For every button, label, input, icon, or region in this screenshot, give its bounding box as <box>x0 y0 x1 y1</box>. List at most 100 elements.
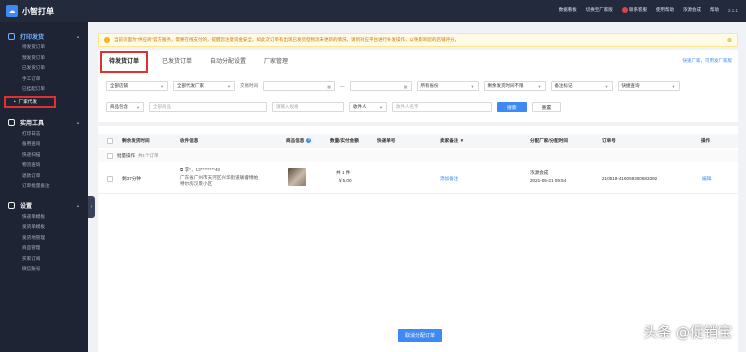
vendor-select[interactable]: 全部代发厂家 ▼ <box>173 81 235 91</box>
goods-type-select[interactable]: 商品包含 ▼ <box>106 102 144 112</box>
remark-select[interactable]: 备注标记 ▼ <box>550 81 613 91</box>
chevron-down-icon: ▼ <box>227 83 231 89</box>
sidebar-item-ship-address[interactable]: 发货地管理 <box>0 233 88 244</box>
header-checkbox[interactable] <box>107 137 113 145</box>
nav-group-title-settings[interactable]: 设置 ▲ <box>0 200 88 212</box>
order-number: 210519-416059300683392 <box>602 176 658 181</box>
sidebar-item-batch-remark[interactable]: 订单批量备注 <box>0 181 88 192</box>
chevron-up-icon: ▲ <box>76 33 80 39</box>
col-tracking: 快递单号 <box>377 138 396 143</box>
printer-icon <box>8 32 15 40</box>
row-checkbox[interactable] <box>107 176 113 183</box>
chevron-down-icon[interactable]: ▼ <box>460 138 465 143</box>
receiver-name-input[interactable]: 收件人名字 <box>392 102 492 112</box>
trade-time-label: 交易时间 <box>240 83 258 88</box>
sidebar: 打印发货 ▲ 待发货订单 预发货订单 已发货订单 手工订单 已挂起订单 厂家代发… <box>0 22 88 352</box>
sidebar-item-refunds[interactable]: 退款订单 <box>0 171 88 182</box>
sidebar-item-vendor-ship[interactable]: 厂家代发 <box>4 95 56 108</box>
copy-icon[interactable]: ⧉ <box>180 167 183 172</box>
sidebar-item-preship[interactable]: 预发货订单 <box>0 53 88 64</box>
sidebar-item-suspended[interactable]: 已挂起订单 <box>0 84 88 95</box>
notice-text: 当前页面为“供应商”官方服务，需要在线支付的，提醒您注意资金安全。如此次订单有出… <box>114 37 459 42</box>
receiver-type-select[interactable]: 收件人 ▼ <box>349 102 387 112</box>
chevron-down-icon: ▼ <box>470 83 475 89</box>
sidebar-item-buyer-sub[interactable]: 买家订阅 <box>0 254 88 265</box>
top-link-switch[interactable]: 切换至厂家版 <box>586 7 613 13</box>
tab-bar: 待发货订单 已发货订单 自动分配设置 厂家管理 <box>98 50 302 74</box>
tab-vendor-manage[interactable]: 厂家管理 <box>260 52 292 72</box>
top-link-support[interactable]: 联系客服 <box>621 7 647 13</box>
top-bar: ☁ 小智打单 数据看板 切换至厂家版 联系客服 使用帮助 浓源会成 帮助 2.1… <box>0 0 746 22</box>
nav-group-title-tools[interactable]: 实用工具 ▲ <box>0 117 88 129</box>
col-remaining: 剩余发货时间 <box>122 138 150 143</box>
top-link-help[interactable]: 使用帮助 <box>656 7 674 13</box>
account-menu[interactable]: 浓源会成 <box>683 7 701 13</box>
sidebar-item-manual[interactable]: 手工订单 <box>0 74 88 85</box>
sidebar-item-logistics[interactable]: 物流查询 <box>0 160 88 171</box>
filter-row-2: 商品包含 ▼ 全部商品 请输入规格 收件人 ▼ 收件人名字 搜索 重置 <box>106 102 562 112</box>
warning-icon: ! <box>104 37 110 43</box>
ship-time-select[interactable]: 剩余发货时间不限 ▼ <box>483 81 546 91</box>
vendor-version-link[interactable]: 快速厂家，可用发厂家版 <box>683 58 733 64</box>
sidebar-item-pending[interactable]: 待发货订单 <box>0 42 88 53</box>
col-order-no: 订单号 <box>602 138 616 143</box>
start-date-input[interactable]: ▦ <box>263 81 335 91</box>
orders-table: 剩余发货时间 收件信息 商品信息? 数量/实付金额 快递单号 卖家备注 ▼ 分配… <box>98 126 738 352</box>
search-button[interactable]: 搜索 <box>497 102 527 112</box>
gear-icon <box>8 202 15 209</box>
quantity: 共 1 件 <box>336 170 351 175</box>
nav-group-settings: 设置 ▲ 快递单模板 发货单模板 发货地管理 商品管理 买家订阅 微信账号 <box>0 192 88 275</box>
sidebar-item-shipped[interactable]: 已发货订单 <box>0 63 88 74</box>
receiver-name: ⧉ 李*，13********40 <box>180 167 221 172</box>
top-links: 数据看板 切换至厂家版 联系客服 使用帮助 浓源会成 帮助 2.1.1 <box>559 7 738 13</box>
batch-checkbox[interactable] <box>107 153 113 159</box>
assign-time: 2021-05-21 09:54 <box>530 178 567 183</box>
tools-icon <box>8 119 15 126</box>
end-date-input[interactable]: ▦ <box>349 81 412 91</box>
cancel-assign-button[interactable]: 取消分配订单 <box>398 329 443 342</box>
edit-link[interactable]: 编辑 <box>702 176 711 182</box>
col-action: 操作 <box>701 138 711 143</box>
logo[interactable]: ☁ 小智打单 <box>6 5 54 17</box>
nav-group-title-print[interactable]: 打印发货 ▲ <box>0 30 88 42</box>
remaining-time: 剩37分钟 <box>122 176 141 181</box>
assigned-vendor: 浓源会成 <box>530 170 549 175</box>
tab-shipped[interactable]: 已发货订单 <box>158 52 196 72</box>
reset-button[interactable]: 重置 <box>531 102 562 112</box>
shop-select[interactable]: 全部店铺 ▼ <box>106 81 168 91</box>
goods-input[interactable]: 全部商品 <box>149 102 267 112</box>
version-label: 2.1.1 <box>727 7 738 13</box>
product-thumbnail[interactable] <box>288 168 306 186</box>
tab-auto-assign[interactable]: 自动分配设置 <box>206 52 250 72</box>
col-vendor-time: 分配厂家/分配时间 <box>530 138 569 143</box>
close-icon[interactable]: ⊗ <box>727 37 732 44</box>
tab-pending[interactable]: 待发货订单 <box>100 51 149 73</box>
nav-group-print: 打印发货 ▲ 待发货订单 预发货订单 已发货订单 手工订单 已挂起订单 厂家代发 <box>0 22 88 108</box>
spec-input[interactable]: 请输入规格 <box>272 102 344 112</box>
help-icon[interactable]: ? <box>306 138 312 144</box>
chevron-down-icon: ▼ <box>379 104 383 110</box>
top-link-help2[interactable]: 帮助 <box>710 7 719 13</box>
sidebar-item-wechat[interactable]: 微信账号 <box>0 264 88 275</box>
sidebar-item-print-log[interactable]: 打印日志 <box>0 129 88 140</box>
sidebar-item-backup-query[interactable]: 备用查询 <box>0 139 88 150</box>
batch-label[interactable]: 批量操作 <box>117 153 135 159</box>
table-row: 剩37分钟 ⧉ 李*，13********40 广东省广州市天河区兴华街道联睿博… <box>98 164 738 194</box>
calendar-icon: ▦ <box>403 83 408 89</box>
logo-icon: ☁ <box>6 5 18 17</box>
chevron-up-icon: ▲ <box>76 203 80 208</box>
col-receiver: 收件信息 <box>180 138 199 143</box>
top-link-dashboard[interactable]: 数据看板 <box>559 7 577 13</box>
sidebar-item-express-scan[interactable]: 快递扫描 <box>0 150 88 161</box>
add-remark-link[interactable]: 添加备注 <box>440 176 458 182</box>
chevron-down-icon: ▼ <box>160 83 164 89</box>
sidebar-collapse-handle[interactable]: ‹ <box>88 196 95 218</box>
sidebar-item-express-template[interactable]: 快递单模板 <box>0 212 88 223</box>
sidebar-item-goods[interactable]: 商品管理 <box>0 243 88 254</box>
province-select[interactable]: 所有省份 ▼ <box>416 81 479 91</box>
support-icon <box>621 7 628 13</box>
quick-query-select[interactable]: 快捷查询 ▼ <box>617 81 680 91</box>
notice-banner: ! 当前页面为“供应商”官方服务，需要在线支付的，提醒您注意资金安全。如此次订单… <box>98 33 738 47</box>
sidebar-item-ship-template[interactable]: 发货单模板 <box>0 222 88 233</box>
chevron-up-icon: ▲ <box>76 120 80 125</box>
